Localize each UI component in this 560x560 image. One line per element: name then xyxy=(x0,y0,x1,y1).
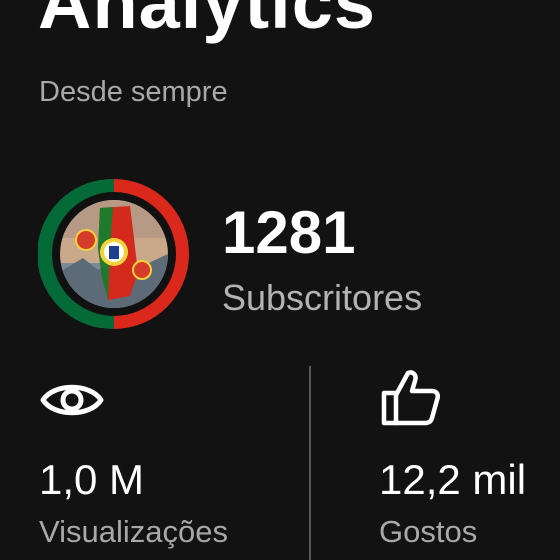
thumbs-up-icon[interactable] xyxy=(380,367,442,429)
views-label: Visualizações xyxy=(39,514,228,549)
eye-icon xyxy=(40,384,104,416)
channel-avatar[interactable] xyxy=(38,178,190,330)
subscribers-label: Subscritores xyxy=(222,277,423,318)
period-label: Desde sempre xyxy=(39,76,228,108)
subscribers-count: 1281 xyxy=(222,199,356,266)
stats-divider xyxy=(309,366,311,560)
page-title: Analytics xyxy=(38,0,377,44)
likes-value: 12,2 mil xyxy=(379,456,527,503)
views-value: 1,0 M xyxy=(39,456,145,503)
likes-label: Gostos xyxy=(379,514,478,549)
